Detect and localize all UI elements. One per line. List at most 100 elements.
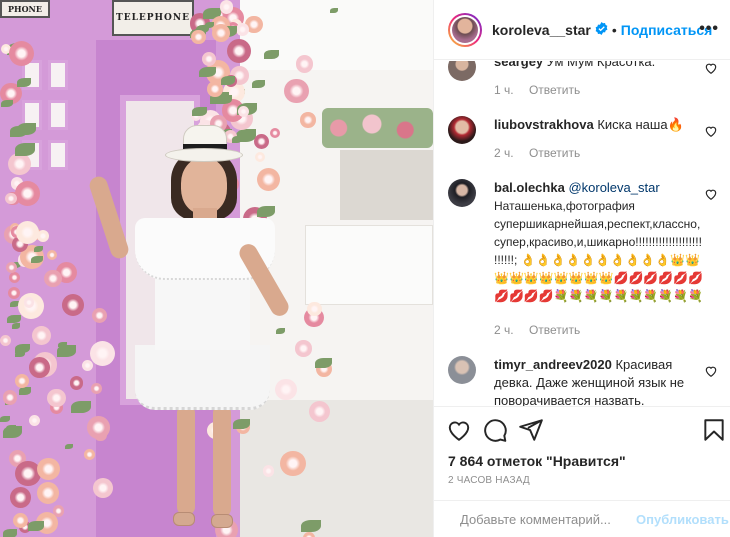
comment-time: 1 ч.: [494, 83, 514, 97]
photo-flower: [46, 249, 57, 260]
photo-leaf: [14, 143, 35, 156]
comment-meta: 2 ч. Ответить: [494, 323, 580, 337]
photo-shoe: [173, 512, 195, 526]
photo-flower: [62, 293, 85, 316]
photo-flower: [191, 29, 206, 45]
post-header: koroleva__star • Подписаться •••: [434, 0, 730, 60]
comment-meta: 2 ч. Ответить: [494, 146, 580, 160]
photo-shelves: [340, 150, 433, 220]
photo-flower: [5, 262, 17, 274]
photo-person: [87, 120, 325, 537]
comment-reply-button[interactable]: Ответить: [529, 146, 580, 160]
comment-like-heart-icon[interactable]: [704, 124, 718, 138]
post-time-ago[interactable]: 2 часов назад: [448, 475, 530, 486]
bookmark-icon[interactable]: [701, 417, 727, 443]
comment-text: Киска наша🔥: [597, 117, 684, 132]
photo-leaf: [19, 387, 32, 395]
photo-corner-sign: PHONE: [0, 0, 50, 18]
photo-leaf: [5, 424, 16, 431]
photo-telephone-sign: TELEPHONE: [112, 0, 194, 36]
comment-text-block: timyr_andreev2020 Красивая девка. Даже ж…: [494, 356, 704, 406]
photo-flower: [219, 0, 234, 15]
photo-window-pane: [48, 60, 68, 90]
photo-leg: [177, 405, 195, 515]
header-separator: •: [611, 21, 617, 38]
photo-leaf: [7, 314, 21, 324]
commenter-avatar[interactable]: [448, 356, 476, 384]
comment-mention-link[interactable]: @koroleva_star: [568, 180, 659, 195]
photo-dress-skirt: [135, 345, 270, 410]
post-side-panel: koroleva__star • Подписаться ••• seargey…: [433, 0, 730, 537]
comment-icon[interactable]: [482, 417, 508, 443]
photo-flower: [83, 448, 95, 460]
photo-leaf: [252, 79, 265, 88]
comment-like-heart-icon[interactable]: [704, 187, 718, 201]
photo-leaf: [192, 107, 207, 117]
photo-window-pane: [48, 140, 68, 170]
comment-username[interactable]: seargey: [494, 61, 543, 69]
photo-flower: [43, 269, 62, 288]
photo-leaf: [17, 123, 37, 136]
photo-flower: [69, 375, 84, 390]
add-comment-input[interactable]: [460, 511, 636, 527]
comment-reply-button[interactable]: Ответить: [529, 83, 580, 97]
photo-flower: [28, 357, 50, 378]
photo-flower: [8, 152, 31, 176]
photo-flower: [212, 24, 231, 42]
photo-leaf: [0, 416, 10, 423]
post-photo[interactable]: TELEPHONE PHONE: [0, 0, 433, 537]
photo-dress-body: [155, 270, 250, 350]
photo-flower: [14, 181, 40, 207]
photo-flower: [37, 481, 59, 504]
comment-text: Наташенька,фотография супершикарнейшая,р…: [494, 199, 704, 303]
photo-face: [181, 158, 227, 214]
comment-text-block: liubovstrakhova Киска наша🔥: [494, 116, 704, 134]
likes-count[interactable]: 7 864 отметок "Нравится": [448, 453, 626, 469]
photo-leaf: [3, 529, 18, 537]
commenter-avatar[interactable]: [448, 179, 476, 207]
comment-time: 2 ч.: [494, 146, 514, 160]
comments-list[interactable]: seargey Ум Мум Красотка. 1 ч. Ответить l…: [434, 61, 730, 406]
comment-meta: 1 ч. Ответить: [494, 83, 580, 97]
photo-hat-brim: [165, 148, 243, 162]
photo-leaf: [71, 400, 92, 414]
photo-leaf: [56, 345, 76, 357]
comment-reply-button[interactable]: Ответить: [529, 323, 580, 337]
heart-icon[interactable]: [446, 417, 472, 443]
photo-flower: [2, 390, 18, 405]
share-icon[interactable]: [518, 417, 544, 443]
photo-shoe: [211, 514, 233, 528]
more-dots-icon[interactable]: •••: [699, 20, 719, 38]
photo-flower: [284, 78, 309, 104]
author-username[interactable]: koroleva__star: [492, 22, 591, 38]
comment-like-heart-icon[interactable]: [704, 364, 718, 378]
photo-leaf: [28, 520, 44, 531]
publish-button[interactable]: Опубликовать: [636, 512, 729, 527]
photo-flower: [296, 55, 314, 73]
comment-time: 2 ч.: [494, 323, 514, 337]
author-avatar[interactable]: [448, 12, 482, 47]
comment-text-block: seargey Ум Мум Красотка.: [494, 61, 704, 71]
verified-badge-icon: [595, 21, 608, 38]
photo-leaf: [11, 323, 21, 329]
photo-flower: [37, 457, 60, 481]
comment-text: Ум Мум Красотка.: [546, 61, 656, 69]
photo-flower: [47, 388, 66, 408]
photo-leaf: [264, 49, 279, 59]
photo-window-pane: [48, 100, 68, 130]
comment-username[interactable]: timyr_andreev2020: [494, 357, 612, 372]
commenter-avatar[interactable]: [448, 116, 476, 144]
photo-flower: [5, 193, 17, 205]
author-avatar-image: [452, 16, 478, 43]
photo-flower-band: [322, 108, 433, 148]
post-actions: 7 864 отметок "Нравится" 2 часов назад О…: [434, 406, 730, 536]
photo-flower: [9, 486, 31, 508]
comment-text-block: bal.olechka @koroleva_star Наташенька,фо…: [494, 179, 704, 309]
comment-username[interactable]: liubovstrakhova: [494, 117, 594, 132]
comment-username[interactable]: bal.olechka: [494, 180, 565, 195]
photo-leaf: [329, 7, 339, 13]
add-comment-bar: Опубликовать: [434, 500, 730, 537]
photo-leg: [213, 405, 231, 517]
comment-like-heart-icon[interactable]: [704, 61, 718, 75]
commenter-avatar[interactable]: [448, 61, 476, 81]
